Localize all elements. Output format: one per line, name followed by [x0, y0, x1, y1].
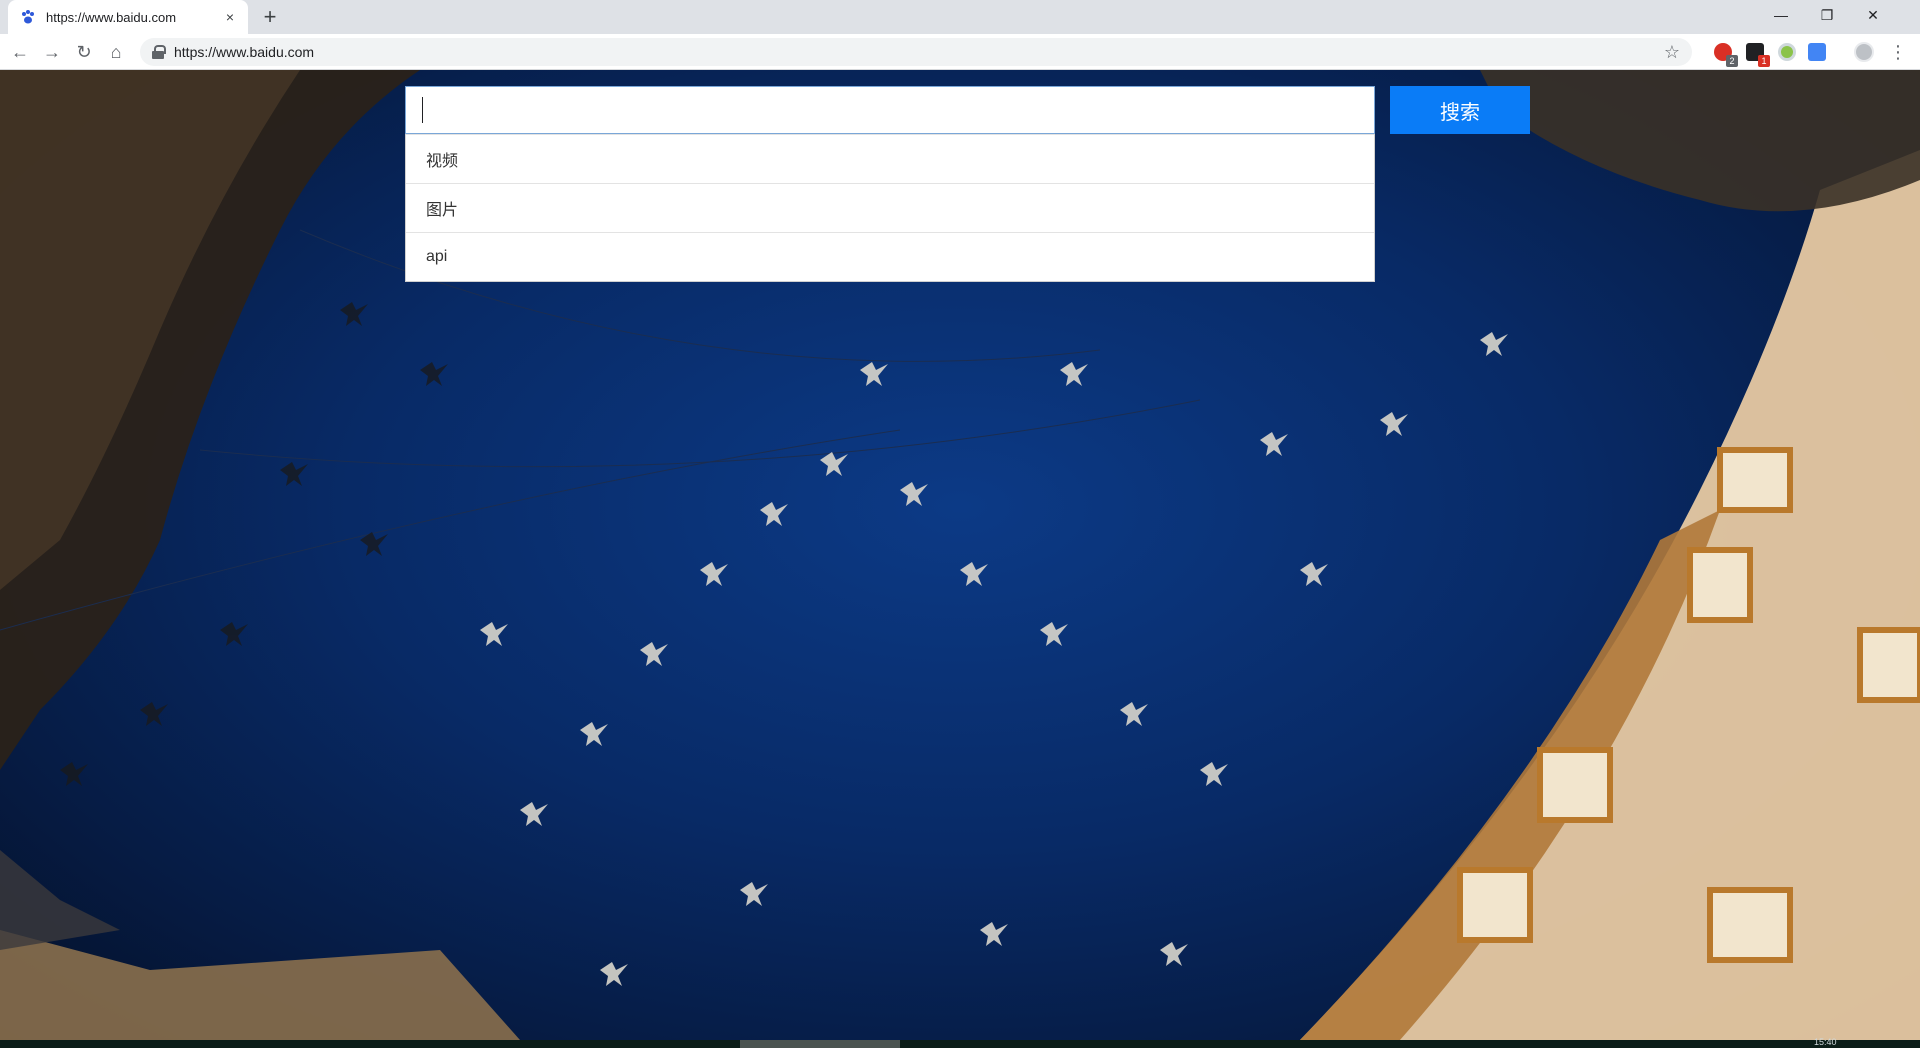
restore-window-button[interactable]: ❐ — [1804, 0, 1850, 30]
search-button[interactable]: 搜索 — [1390, 86, 1530, 134]
url-text[interactable]: https://www.baidu.com — [174, 44, 1664, 60]
taskbar-app-button[interactable] — [740, 1040, 900, 1048]
extension-badge: 2 — [1726, 55, 1738, 67]
search-box[interactable] — [405, 86, 1375, 134]
suggestion-item[interactable]: 视频 — [406, 134, 1374, 183]
translate-icon[interactable] — [1808, 43, 1826, 61]
extension-dark-icon[interactable]: 1 — [1746, 43, 1770, 67]
page-viewport: 搜索 视频 图片 api — [0, 70, 1920, 1040]
browser-tab[interactable]: https://www.baidu.com × — [8, 0, 248, 34]
extension-red-icon[interactable]: 2 — [1714, 43, 1738, 67]
tab-title: https://www.baidu.com — [46, 9, 177, 25]
lock-icon[interactable] — [152, 45, 166, 59]
search-input[interactable] — [406, 87, 1374, 133]
extension-badge: 1 — [1758, 55, 1770, 67]
close-window-button[interactable]: ✕ — [1850, 0, 1896, 30]
reload-icon[interactable]: ↻ — [72, 40, 96, 64]
forward-arrow-icon[interactable]: → — [40, 40, 64, 64]
home-icon[interactable]: ⌂ — [104, 40, 128, 64]
back-arrow-icon[interactable]: ← — [8, 40, 32, 64]
os-taskbar: 15:40 — [0, 1037, 1920, 1048]
browser-menu-icon[interactable]: ⋮ — [1888, 40, 1908, 64]
browser-toolbar: ← → ↻ ⌂ https://www.baidu.com ☆ 2 1 ⋮ — [0, 34, 1920, 70]
taskbar-clock: 15:40 — [1814, 1037, 1837, 1047]
close-tab-icon[interactable]: × — [222, 9, 238, 25]
profile-avatar-icon[interactable] — [1854, 42, 1874, 62]
suggestion-item[interactable]: 图片 — [406, 183, 1374, 232]
address-bar[interactable]: https://www.baidu.com ☆ — [140, 38, 1692, 66]
tab-strip: https://www.baidu.com × + — ❐ ✕ — [0, 0, 1920, 34]
extension-green-icon[interactable] — [1778, 43, 1796, 61]
bookmark-star-icon[interactable]: ☆ — [1664, 42, 1680, 63]
new-tab-button[interactable]: + — [258, 6, 282, 30]
suggestion-item[interactable]: api — [406, 232, 1374, 281]
minimize-window-button[interactable]: — — [1758, 0, 1804, 30]
baidu-paw-icon — [20, 9, 36, 25]
suggestion-dropdown: 视频 图片 api — [405, 134, 1375, 282]
